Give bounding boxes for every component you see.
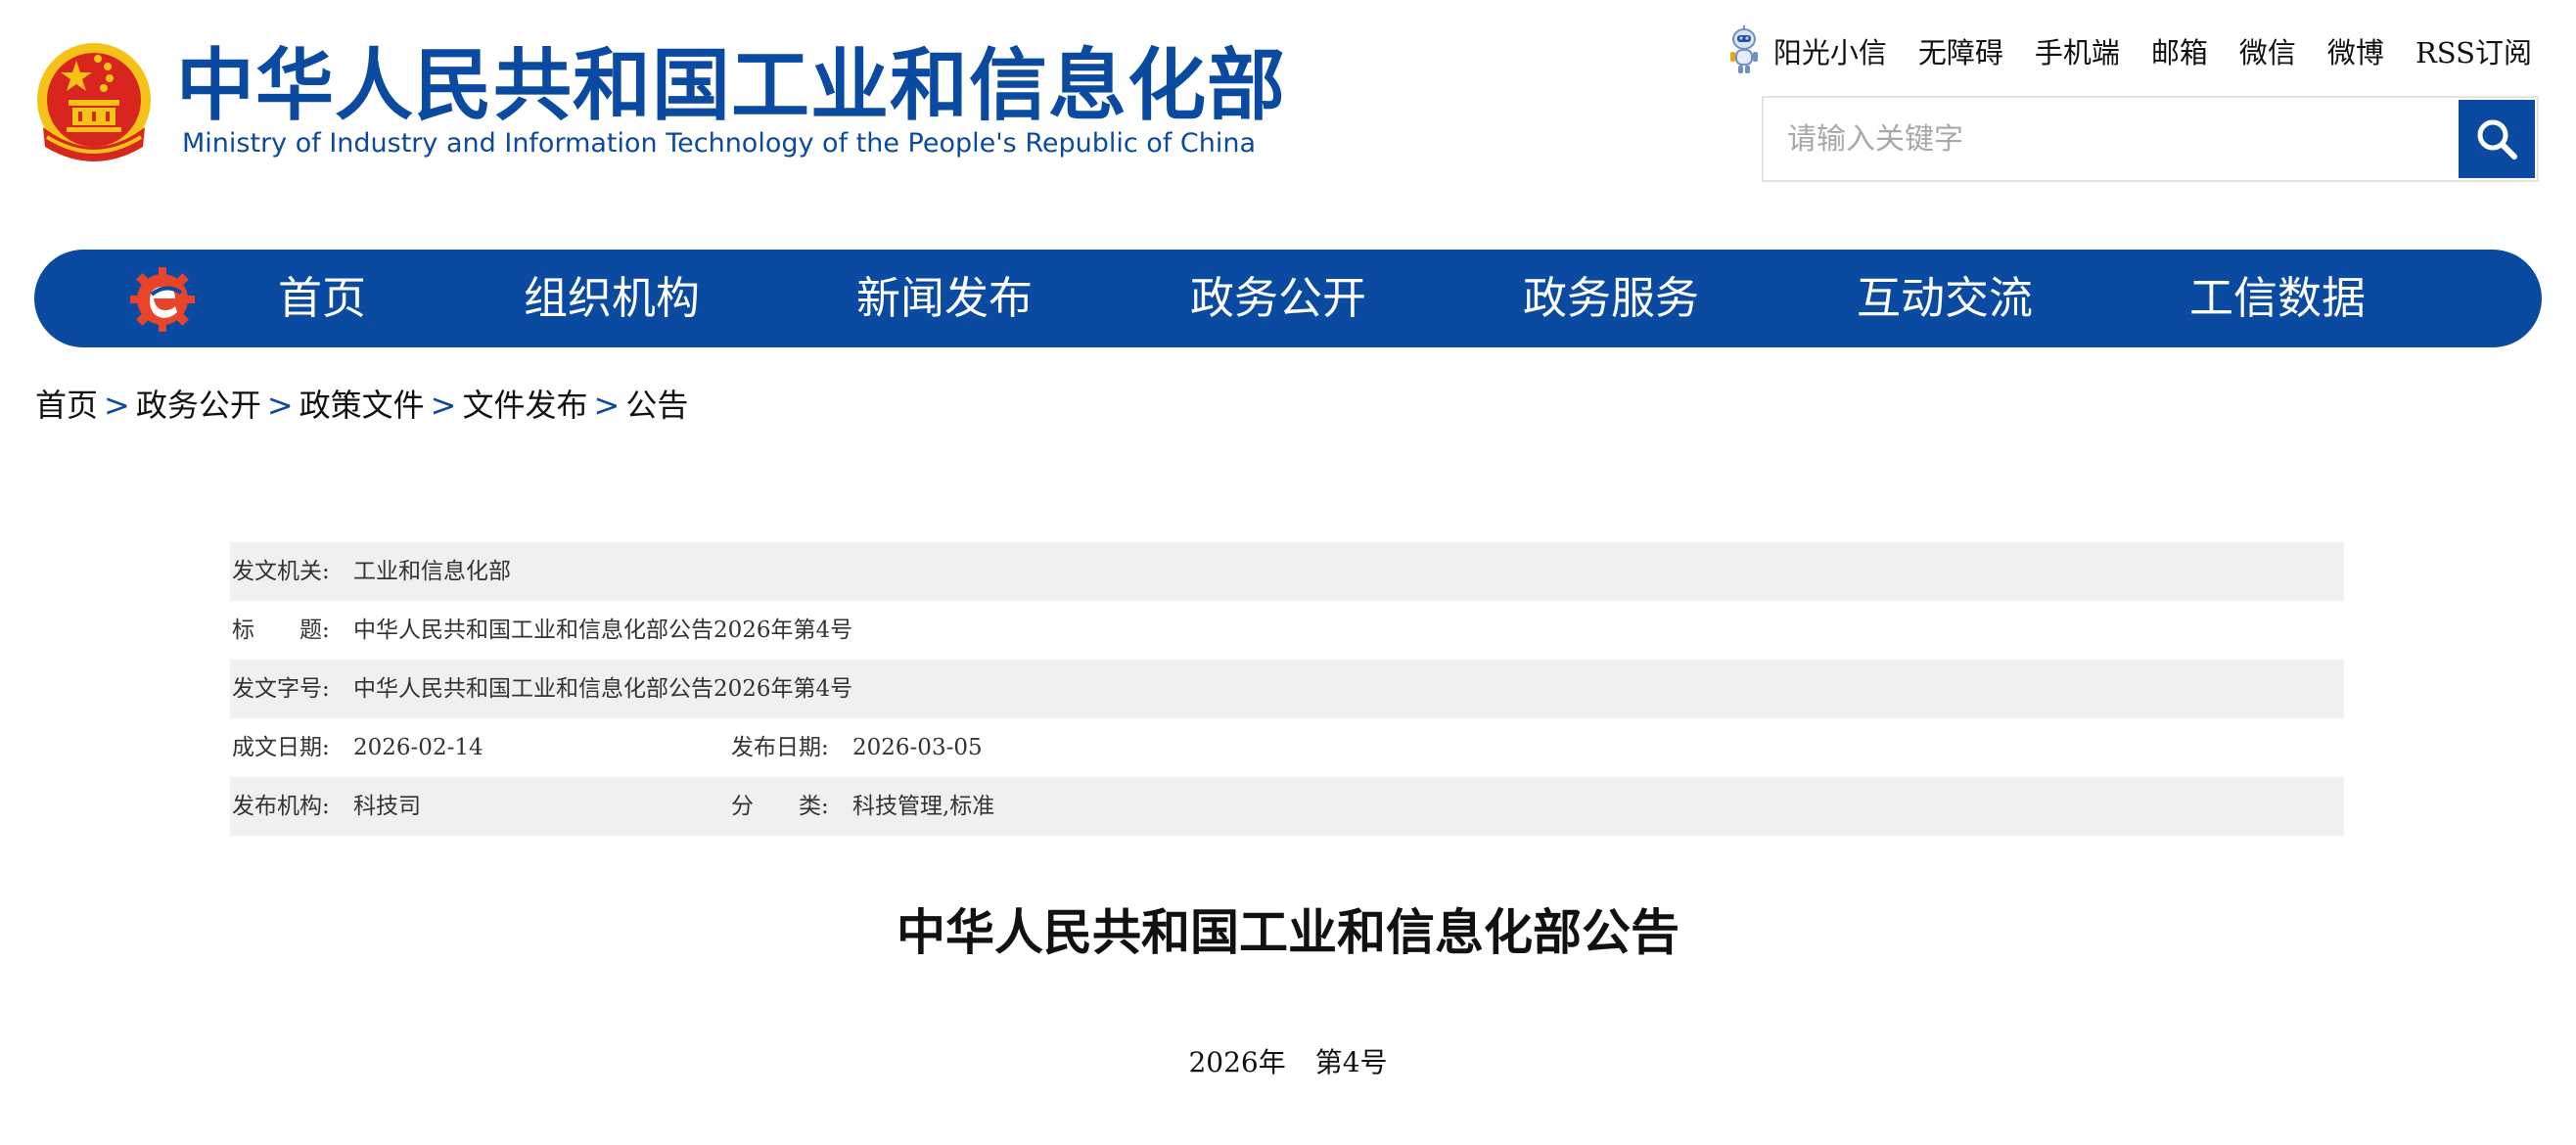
link-rss[interactable]: RSS订阅 <box>2415 30 2532 71</box>
breadcrumb-separator: > <box>104 387 130 424</box>
link-mailbox[interactable]: 邮箱 <box>2151 30 2208 71</box>
link-wechat[interactable]: 微信 <box>2239 30 2296 71</box>
link-weibo[interactable]: 微博 <box>2327 30 2384 71</box>
breadcrumb-document-release[interactable]: 文件发布 <box>462 387 587 424</box>
link-sunshine-xiaoxin[interactable]: 阳光小信 <box>1773 30 1887 71</box>
page: 中华人民共和国工业和信息化部 Ministry of Industry and … <box>0 0 2576 1145</box>
meta-value-doc-number: 中华人民共和国工业和信息化部公告2026年第4号 <box>353 676 853 702</box>
meta-value-written-date: 2026-02-14 <box>353 735 483 760</box>
breadcrumb-separator: > <box>593 387 621 424</box>
site-title-en[interactable]: Ministry of Industry and Information Tec… <box>182 127 1256 160</box>
miit-logo-icon <box>130 267 195 332</box>
document-year: 2026年 <box>1188 1046 1286 1078</box>
meta-value-agency: 科技司 <box>353 794 421 819</box>
meta-row-doc-number: 发文字号: 中华人民共和国工业和信息化部公告2026年第4号 <box>230 660 2344 718</box>
search-icon <box>2477 119 2517 160</box>
national-emblem-icon <box>37 43 151 161</box>
search-input[interactable] <box>1764 98 2472 180</box>
meta-value-category: 科技管理,标准 <box>852 794 995 819</box>
meta-label-agency: 发布机构: <box>232 794 330 819</box>
document-number-line: 2026年 第4号 <box>0 1043 2576 1082</box>
meta-value-issuer: 工业和信息化部 <box>353 559 511 584</box>
meta-label-issuer: 发文机关: <box>232 559 330 584</box>
link-mobile[interactable]: 手机端 <box>2035 30 2120 71</box>
meta-label-title: 标 题: <box>232 618 330 643</box>
nav-item-interaction[interactable]: 互动交流 <box>1857 250 2033 347</box>
breadcrumb-separator: > <box>266 387 294 424</box>
document-meta-table: 发文机关: 工业和信息化部 标 题: 中华人民共和国工业和信息化部公告2026年第4… <box>230 542 2344 836</box>
document-title: 中华人民共和国工业和信息化部公告 <box>897 903 1679 961</box>
nav-item-organization[interactable]: 组织机构 <box>524 250 700 347</box>
top-links-bar: 阳光小信 无障碍 手机端 邮箱 微信 微博 RSS订阅 <box>1725 25 2532 76</box>
robot-assistant-icon[interactable] <box>1725 25 1764 76</box>
nav-item-home[interactable]: 首页 <box>278 250 366 347</box>
nav-item-data[interactable]: 工信数据 <box>2189 250 2366 347</box>
meta-row-agency-category: 发布机构: 科技司 分 类: 科技管理,标准 <box>230 777 2344 836</box>
link-accessibility[interactable]: 无障碍 <box>1918 30 2003 71</box>
breadcrumb-government-affairs[interactable]: 政务公开 <box>136 387 261 424</box>
breadcrumb-home[interactable]: 首页 <box>35 387 98 424</box>
nav-item-government-affairs[interactable]: 政务公开 <box>1190 250 1366 347</box>
meta-label-category: 分 类: <box>731 794 829 819</box>
main-nav: 首页 组织机构 新闻发布 政务公开 政务服务 互动交流 工信数据 <box>34 250 2542 347</box>
search-button[interactable] <box>2459 100 2535 178</box>
meta-value-title: 中华人民共和国工业和信息化部公告2026年第4号 <box>353 618 853 643</box>
meta-row-issuer: 发文机关: 工业和信息化部 <box>230 542 2344 601</box>
breadcrumb-separator: > <box>430 387 457 424</box>
meta-label-publish-date: 发布日期: <box>731 735 829 760</box>
breadcrumb: 首页 > 政务公开 > 政策文件 > 文件发布 > 公告 <box>35 382 688 429</box>
nav-item-news[interactable]: 新闻发布 <box>856 250 1033 347</box>
meta-value-publish-date: 2026-03-05 <box>852 735 983 760</box>
nav-item-services[interactable]: 政务服务 <box>1523 250 1699 347</box>
document-number: 第4号 <box>1314 1046 1388 1078</box>
breadcrumb-policy-documents[interactable]: 政策文件 <box>299 387 425 424</box>
meta-row-dates: 成文日期: 2026-02-14 发布日期: 2026-03-05 <box>230 718 2344 777</box>
search-box <box>1762 96 2539 182</box>
site-title-cn[interactable]: 中华人民共和国工业和信息化部 <box>176 39 1286 133</box>
meta-label-doc-number: 发文字号: <box>232 676 330 702</box>
meta-row-title: 标 题: 中华人民共和国工业和信息化部公告2026年第4号 <box>230 601 2344 660</box>
meta-label-written-date: 成文日期: <box>232 735 330 760</box>
breadcrumb-announcement[interactable]: 公告 <box>625 387 688 424</box>
